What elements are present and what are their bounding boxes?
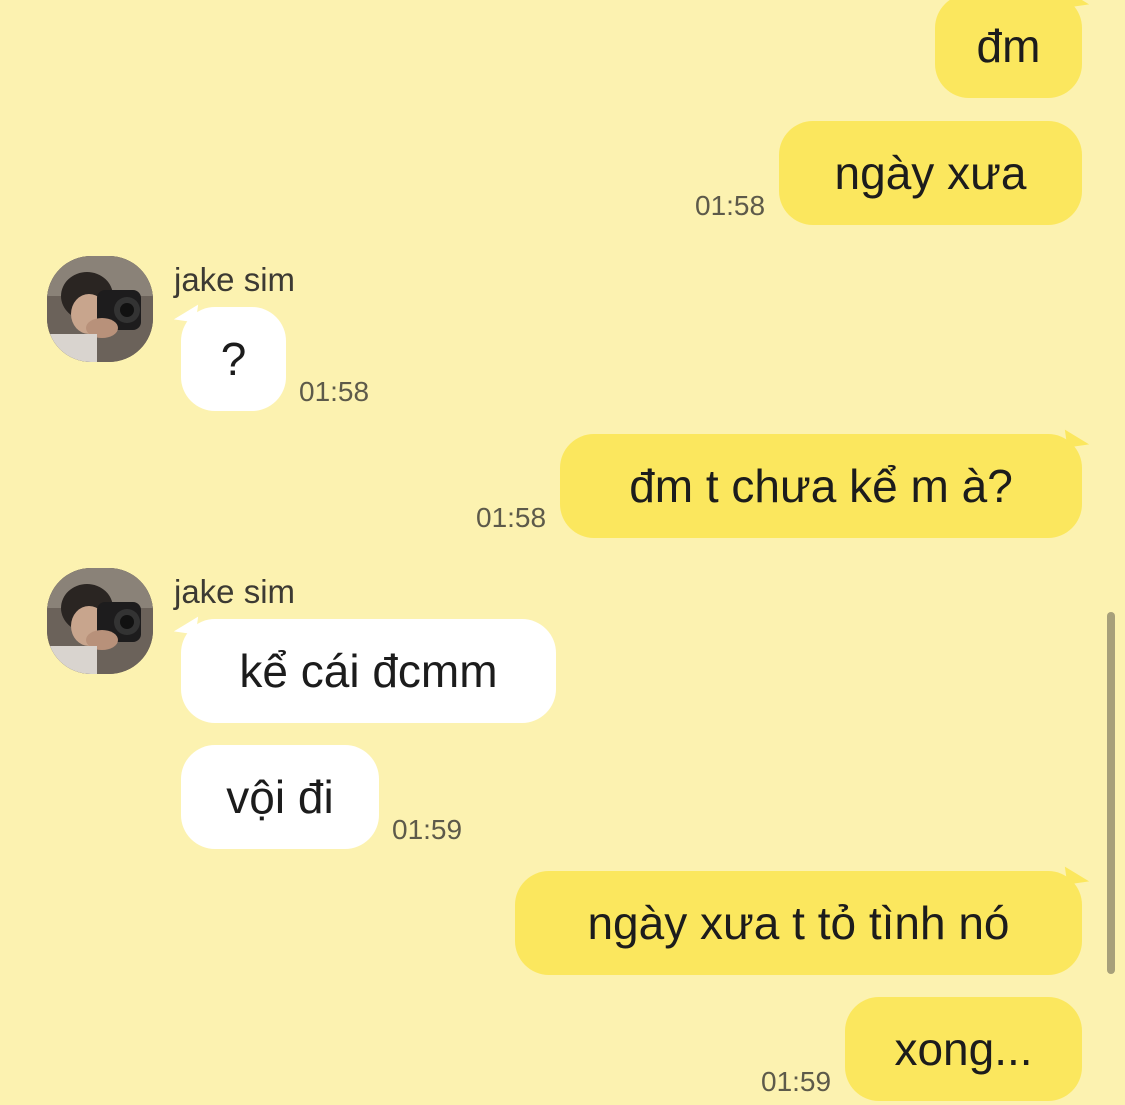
bubble-tail <box>173 301 199 323</box>
message-bubble-incoming[interactable]: ? <box>173 301 286 411</box>
avatar-photo-icon <box>47 256 153 362</box>
message-bubble-outgoing[interactable]: đm t chưa kể m à? <box>560 426 1090 538</box>
message-timestamp: 01:58 <box>695 190 766 221</box>
message-text: ngày xưa t tỏ tình nó <box>587 897 1010 949</box>
message-timestamp: 01:59 <box>761 1066 832 1097</box>
message-text: vội đi <box>226 771 334 823</box>
avatar[interactable] <box>47 256 153 362</box>
message-text: ngày xưa <box>834 147 1027 199</box>
bubble-tail <box>1064 0 1090 8</box>
bubble-tail <box>1064 863 1090 885</box>
message-bubble-incoming[interactable]: vội đi <box>181 745 379 849</box>
message-text: xong... <box>894 1023 1033 1075</box>
message-text: đm <box>976 20 1041 72</box>
message-bubble-outgoing[interactable]: ngày xưa t tỏ tình nó <box>515 863 1090 975</box>
scrollbar[interactable] <box>1107 612 1115 974</box>
bubble-tail <box>173 613 199 635</box>
message-bubble-incoming[interactable]: kể cái đcmm <box>173 613 556 723</box>
message-text: đm t chưa kể m à? <box>629 460 1013 512</box>
message-timestamp: 01:58 <box>299 376 370 407</box>
sender-name: jake sim <box>174 261 296 298</box>
message-bubble-outgoing[interactable]: ngày xưa <box>779 121 1082 225</box>
avatar-photo-icon <box>47 568 153 674</box>
message-bubble-outgoing[interactable]: xong... <box>845 997 1082 1101</box>
avatar[interactable] <box>47 568 153 674</box>
message-bubble-outgoing[interactable]: đm <box>935 0 1090 98</box>
chat-message-list[interactable]: đm ngày xưa 01:58 jake sim ? 01:58 đm t … <box>0 0 1125 1105</box>
message-timestamp: 01:58 <box>476 502 547 533</box>
bubble-tail <box>1064 426 1090 448</box>
message-timestamp: 01:59 <box>392 814 463 845</box>
message-text: ? <box>220 333 247 385</box>
sender-name: jake sim <box>174 573 296 610</box>
message-text: kể cái đcmm <box>239 645 498 697</box>
